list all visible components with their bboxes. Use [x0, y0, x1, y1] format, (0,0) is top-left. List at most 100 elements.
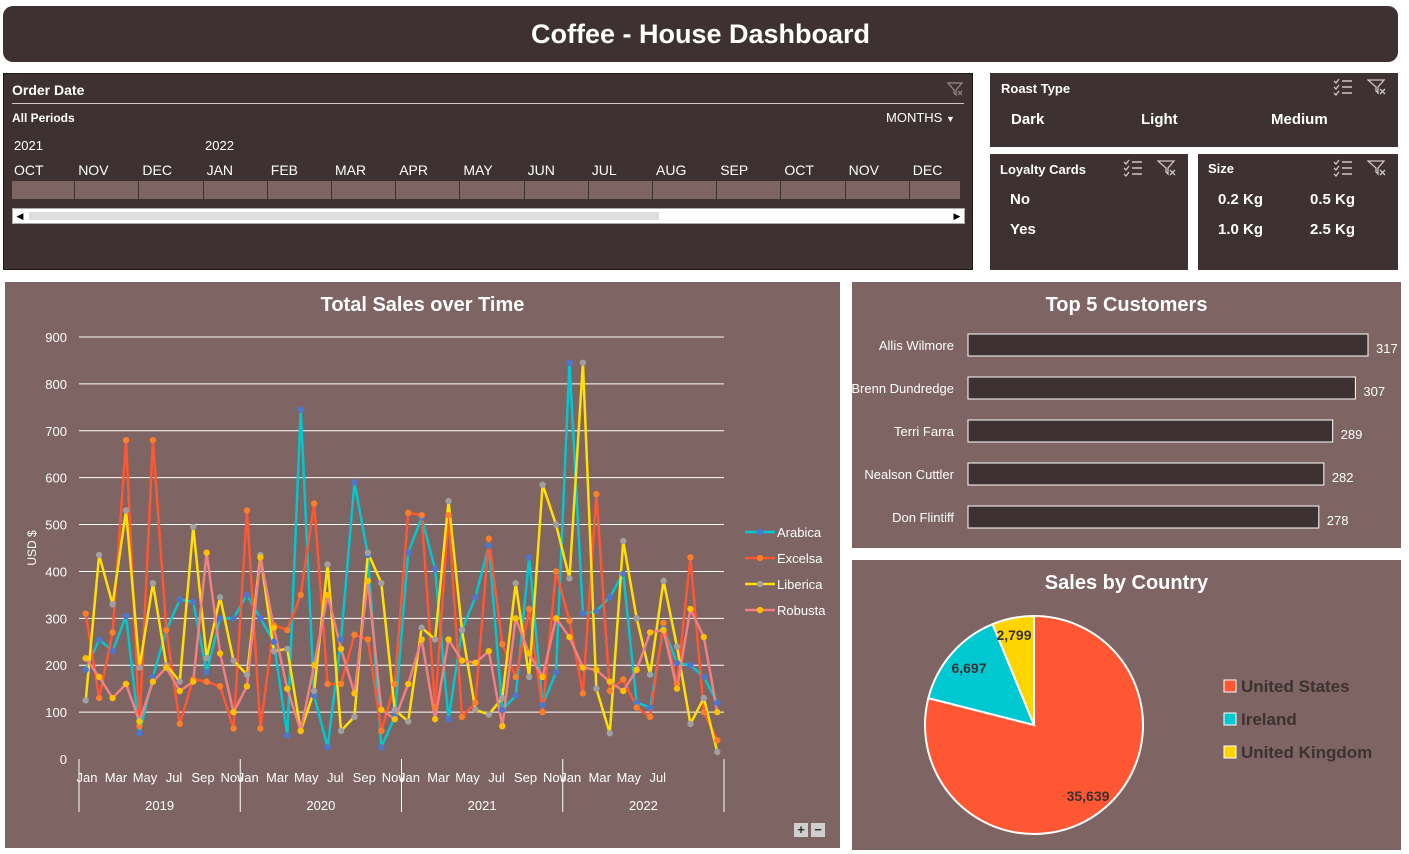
data-point [714, 748, 721, 756]
scroll-left-arrow[interactable]: ◀ [13, 209, 27, 223]
pie-data-label: 35,639 [1067, 788, 1110, 804]
timeline-month-4[interactable]: FEB [271, 162, 298, 178]
legend-label: Ireland [1241, 710, 1297, 729]
x-year-label: 2021 [468, 798, 497, 813]
x-month-label: Jan [560, 770, 581, 785]
sales-by-country-panel: Sales by Country 35,639 6,697 2,799 United … [852, 560, 1401, 850]
clear-filter-icon[interactable] [946, 80, 964, 102]
loyalty-cards-slicer[interactable]: Loyalty Cards No Yes [990, 154, 1188, 270]
zoom-out-button[interactable]: − [811, 823, 825, 837]
data-point [310, 500, 318, 507]
bar [967, 333, 1369, 357]
timeline-scrollbar[interactable]: ◀ ▶ [12, 208, 965, 224]
size-title: Size [1208, 161, 1235, 176]
y-tick-label: 100 [45, 705, 67, 720]
data-point [620, 676, 627, 683]
timeline-month-14[interactable]: DEC [913, 162, 943, 178]
roast-item-medium[interactable]: Medium [1271, 111, 1328, 128]
data-point [633, 704, 640, 711]
data-point [122, 680, 130, 688]
timeline-month-12[interactable]: OCT [784, 162, 814, 178]
loyalty-item-no[interactable]: No [1010, 191, 1030, 208]
size-slicer[interactable]: Size 0.2 Kg 0.5 Kg 1.0 Kg 2.5 Kg [1198, 154, 1398, 270]
data-point [95, 673, 103, 681]
data-point [660, 577, 667, 585]
data-point [512, 692, 519, 699]
size-item-1-0kg[interactable]: 1.0 Kg [1218, 221, 1263, 238]
timeline-tick [780, 181, 782, 199]
timeline-month-8[interactable]: JUN [528, 162, 555, 178]
scroll-thumb[interactable] [29, 212, 659, 220]
roast-item-light[interactable]: Light [1141, 111, 1178, 128]
roast-type-title: Roast Type [1001, 81, 1071, 96]
data-point [593, 490, 600, 498]
order-date-timeline[interactable]: Order Date All Periods MONTHS ▼ 2021 202… [3, 73, 973, 270]
data-point [552, 521, 560, 528]
loyalty-item-yes[interactable]: Yes [1010, 221, 1036, 238]
data-label: 317 [1376, 341, 1398, 356]
clear-filter-icon[interactable] [1366, 159, 1387, 182]
data-point [203, 549, 210, 556]
timeline-month-2[interactable]: DEC [142, 162, 172, 178]
page-title: Coffee - House Dashboard [530, 18, 871, 49]
scroll-right-arrow[interactable]: ▶ [950, 209, 964, 223]
data-point [566, 359, 573, 366]
timeline-month-0[interactable]: OCT [14, 162, 44, 178]
multi-select-icon[interactable] [1333, 159, 1353, 182]
loyalty-title: Loyalty Cards [1000, 162, 1086, 177]
data-point [82, 666, 89, 674]
clear-filter-icon[interactable] [1156, 159, 1177, 182]
timeline-month-1[interactable]: NOV [78, 162, 108, 178]
data-point [593, 608, 600, 615]
y-tick-label: 800 [45, 377, 67, 392]
size-item-0-5kg[interactable]: 0.5 Kg [1310, 191, 1355, 208]
data-point [485, 535, 493, 542]
zoom-in-button[interactable]: + [794, 823, 808, 837]
data-point [176, 596, 183, 603]
timeline-month-13[interactable]: NOV [849, 162, 879, 178]
timeline-bar[interactable] [12, 181, 960, 199]
data-point [176, 720, 183, 728]
timeline-month-9[interactable]: JUL [592, 162, 617, 178]
top-customers-bar-chart: Allis Wilmore 317 Brenn Dundredge 307 Terri … [852, 333, 1398, 529]
data-point [243, 591, 251, 599]
roast-type-slicer[interactable]: Roast Type Dark Light Medium [990, 73, 1398, 147]
category-label: Terri Farra [894, 424, 955, 439]
data-point [431, 636, 439, 643]
x-month-label: Jan [238, 770, 259, 785]
timeline-month-7[interactable]: MAY [463, 162, 492, 178]
multi-select-icon[interactable] [1333, 78, 1353, 101]
timeline-month-11[interactable]: SEP [720, 162, 748, 178]
order-date-title: Order Date [12, 82, 85, 98]
data-point [337, 636, 345, 643]
data-point [646, 671, 654, 678]
data-point [257, 554, 264, 561]
y-axis-label: USD $ [25, 530, 39, 566]
size-item-0-2kg[interactable]: 0.2 Kg [1218, 191, 1263, 208]
data-point [324, 680, 331, 688]
data-point [257, 725, 264, 732]
data-point [714, 737, 721, 744]
dashboard-title-bar: Coffee - House Dashboard [3, 6, 1398, 62]
data-point [351, 690, 358, 697]
legend-swatch [1223, 679, 1237, 693]
timeline-month-5[interactable]: MAR [335, 162, 366, 178]
data-point [378, 744, 385, 751]
time-level-dropdown[interactable]: MONTHS ▼ [886, 110, 955, 125]
timeline-month-6[interactable]: APR [399, 162, 428, 178]
multi-select-icon[interactable] [1123, 159, 1143, 182]
data-point [646, 713, 654, 720]
data-point [579, 610, 587, 617]
roast-item-dark[interactable]: Dark [1011, 111, 1044, 128]
timeline-tick [844, 181, 846, 199]
data-point [458, 713, 466, 720]
clear-filter-icon[interactable] [1366, 78, 1387, 101]
timeline-tick [74, 181, 76, 199]
timeline-tick [395, 181, 397, 199]
size-item-2-5kg[interactable]: 2.5 Kg [1310, 221, 1355, 238]
data-point [324, 561, 331, 568]
category-label: Nealson Cuttler [864, 467, 954, 482]
timeline-month-10[interactable]: AUG [656, 162, 686, 178]
timeline-month-3[interactable]: JAN [207, 162, 233, 178]
data-point [190, 523, 197, 531]
